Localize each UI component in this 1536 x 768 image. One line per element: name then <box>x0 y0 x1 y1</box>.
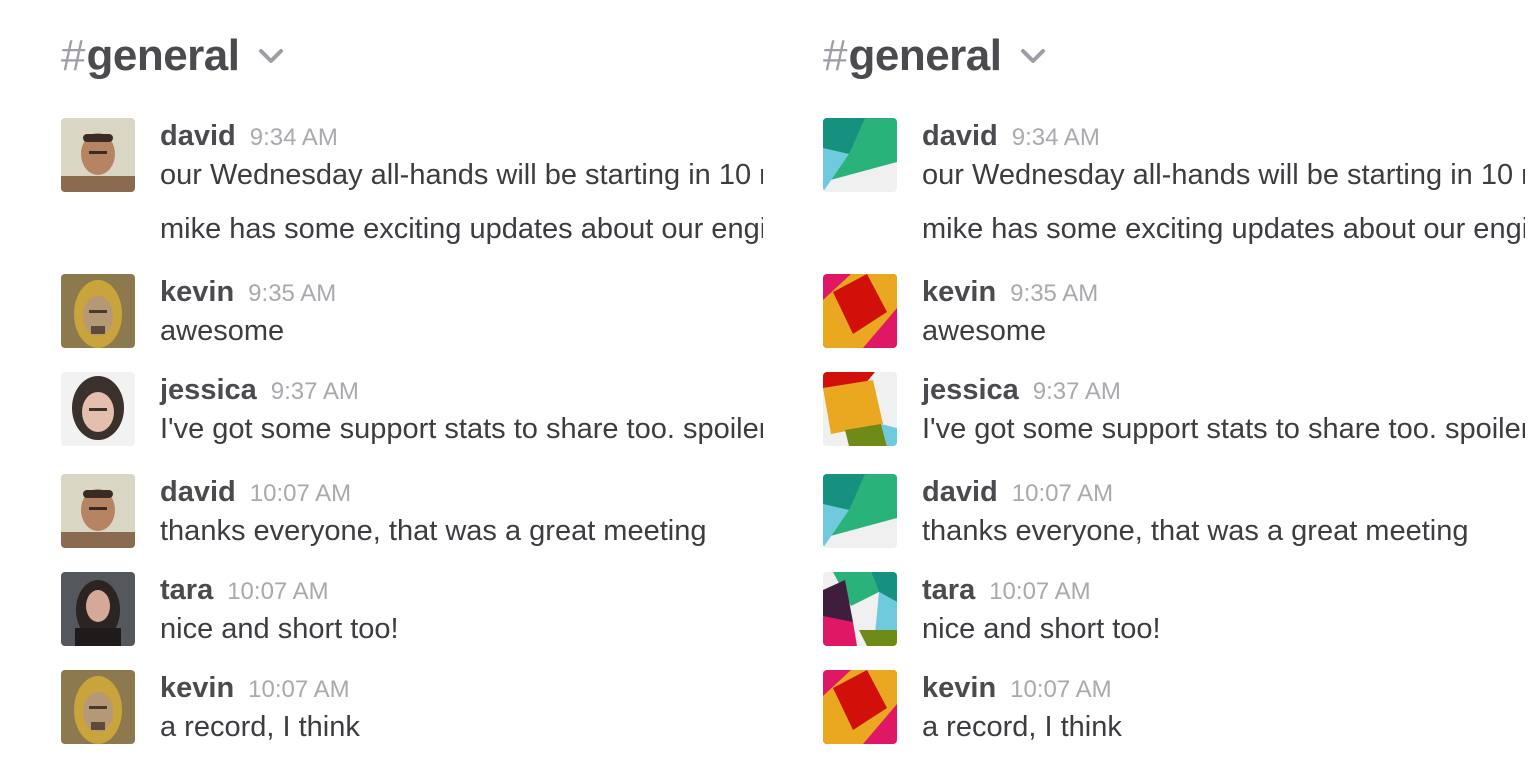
message-item: kevin 10:07 AM a record, I think <box>61 670 763 750</box>
timestamp[interactable]: 9:35 AM <box>1010 280 1098 308</box>
avatar[interactable] <box>823 118 897 192</box>
message-item: david 10:07 AM thanks everyone, that was… <box>61 474 763 554</box>
message-text: I've got some support stats to share too… <box>922 413 1525 445</box>
message-text: a record, I think <box>922 711 1122 743</box>
chat-panel-photo-avatars: # general david 9:34 AM our Wednesday al… <box>61 0 763 768</box>
message-item: david 9:34 AM our Wednesday all-hands wi… <box>61 118 763 258</box>
message-text: our Wednesday all-hands will be starting… <box>160 159 763 191</box>
message-item: kevin 9:35 AM awesome <box>823 274 1525 354</box>
message-text: awesome <box>160 315 285 347</box>
avatar[interactable] <box>61 274 135 348</box>
message-meta: kevin 10:07 AM <box>160 672 350 706</box>
username[interactable]: tara <box>160 574 213 607</box>
channel-hash: # <box>61 31 86 80</box>
username[interactable]: jessica <box>922 374 1019 407</box>
username[interactable]: david <box>160 120 236 153</box>
timestamp[interactable]: 10:07 AM <box>250 480 351 508</box>
timestamp[interactable]: 9:37 AM <box>1033 378 1121 406</box>
message-meta: jessica 9:37 AM <box>922 374 1121 408</box>
message-text: mike has some exciting updates about our… <box>922 213 1525 245</box>
username[interactable]: kevin <box>160 276 234 309</box>
avatar[interactable] <box>823 372 897 446</box>
message-meta: kevin 9:35 AM <box>922 276 1098 310</box>
message-item: kevin 10:07 AM a record, I think <box>823 670 1525 750</box>
message-item: kevin 9:35 AM awesome <box>61 274 763 354</box>
message-text: our Wednesday all-hands will be starting… <box>922 159 1525 191</box>
timestamp[interactable]: 10:07 AM <box>1012 480 1113 508</box>
message-item: david 10:07 AM thanks everyone, that was… <box>823 474 1525 554</box>
message-meta: david 9:34 AM <box>922 120 1100 154</box>
timestamp[interactable]: 9:34 AM <box>1012 124 1100 152</box>
message-meta: jessica 9:37 AM <box>160 374 359 408</box>
message-meta: david 9:34 AM <box>160 120 338 154</box>
username[interactable]: kevin <box>922 276 996 309</box>
avatar[interactable] <box>61 474 135 548</box>
message-text: mike has some exciting updates about our… <box>160 213 763 245</box>
avatar[interactable] <box>61 572 135 646</box>
message-item: david 9:34 AM our Wednesday all-hands wi… <box>823 118 1525 258</box>
avatar[interactable] <box>823 474 897 548</box>
message-item: jessica 9:37 AM I've got some support st… <box>61 372 763 452</box>
avatar[interactable] <box>823 274 897 348</box>
timestamp[interactable]: 9:35 AM <box>248 280 336 308</box>
chat-panel-identicon-avatars: # general david 9:34 AM our Wednesday al… <box>823 0 1525 768</box>
timestamp[interactable]: 9:34 AM <box>250 124 338 152</box>
timestamp[interactable]: 10:07 AM <box>248 676 349 704</box>
timestamp[interactable]: 10:07 AM <box>1010 676 1111 704</box>
message-meta: tara 10:07 AM <box>160 574 329 608</box>
timestamp[interactable]: 10:07 AM <box>989 578 1090 606</box>
channel-hash: # <box>823 31 848 80</box>
message-text: nice and short too! <box>922 613 1161 645</box>
username[interactable]: tara <box>922 574 975 607</box>
channel-name[interactable]: general <box>86 31 240 81</box>
message-meta: david 10:07 AM <box>160 476 351 510</box>
username[interactable]: david <box>922 476 998 509</box>
message-text: thanks everyone, that was a great meetin… <box>160 515 707 547</box>
timestamp[interactable]: 9:37 AM <box>271 378 359 406</box>
avatar[interactable] <box>61 670 135 744</box>
message-text: thanks everyone, that was a great meetin… <box>922 515 1469 547</box>
avatar[interactable] <box>61 372 135 446</box>
channel-name[interactable]: general <box>848 31 1002 81</box>
avatar[interactable] <box>823 670 897 744</box>
chevron-down-icon[interactable] <box>258 46 284 66</box>
message-meta: david 10:07 AM <box>922 476 1113 510</box>
message-text: nice and short too! <box>160 613 399 645</box>
message-meta: tara 10:07 AM <box>922 574 1091 608</box>
chevron-down-icon[interactable] <box>1020 46 1046 66</box>
channel-header[interactable]: # general <box>61 28 284 84</box>
username[interactable]: kevin <box>922 672 996 705</box>
message-item: jessica 9:37 AM I've got some support st… <box>823 372 1525 452</box>
avatar[interactable] <box>823 572 897 646</box>
username[interactable]: david <box>922 120 998 153</box>
message-meta: kevin 9:35 AM <box>160 276 336 310</box>
message-text: awesome <box>922 315 1047 347</box>
message-text: a record, I think <box>160 711 360 743</box>
timestamp[interactable]: 10:07 AM <box>227 578 328 606</box>
channel-header[interactable]: # general <box>823 28 1046 84</box>
message-item: tara 10:07 AM nice and short too! <box>61 572 763 652</box>
message-text: I've got some support stats to share too… <box>160 413 763 445</box>
avatar[interactable] <box>61 118 135 192</box>
message-item: tara 10:07 AM nice and short too! <box>823 572 1525 652</box>
message-meta: kevin 10:07 AM <box>922 672 1112 706</box>
username[interactable]: kevin <box>160 672 234 705</box>
username[interactable]: jessica <box>160 374 257 407</box>
username[interactable]: david <box>160 476 236 509</box>
